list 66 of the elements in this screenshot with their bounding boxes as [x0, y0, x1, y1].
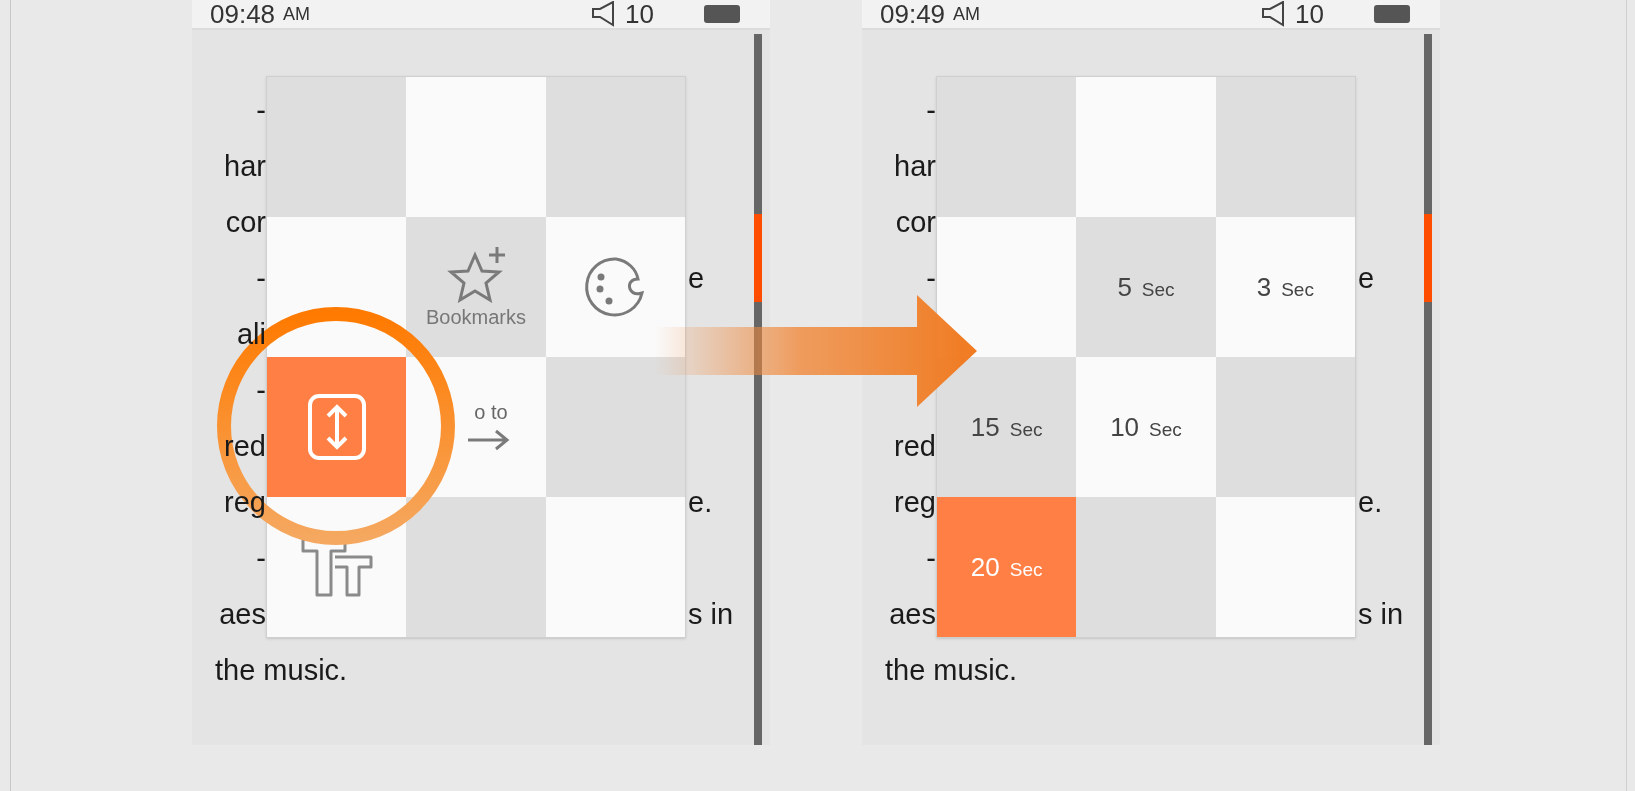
menu-tile[interactable]: [406, 497, 546, 637]
menu-tile[interactable]: 10 Sec: [1076, 357, 1216, 497]
menu-tile[interactable]: [1215, 497, 1355, 637]
menu-tile[interactable]: [545, 77, 685, 217]
duration-unit: Sec: [1009, 417, 1043, 442]
menu-tile[interactable]: 5 Sec: [1076, 217, 1216, 357]
text-fragment: red: [894, 429, 936, 464]
duration-unit: Sec: [1281, 277, 1314, 302]
text-fragment: -: [256, 373, 266, 408]
menu-tile[interactable]: 3 Sec: [1215, 217, 1355, 357]
body-text: the music.: [885, 653, 1018, 688]
text-fragment: s in: [688, 597, 734, 632]
text-fragment: -: [256, 541, 266, 576]
menu-tile[interactable]: 15 Sec: [937, 357, 1077, 497]
text-fragment: aes: [889, 597, 936, 632]
battery-icon: [1374, 5, 1410, 23]
volume-level: 10: [625, 1, 654, 27]
text-fragment: cor: [895, 205, 936, 240]
text-fragment: e: [688, 261, 705, 296]
clock-meridiem: AM: [283, 5, 311, 23]
text-fragment: -: [926, 93, 936, 128]
right-arrow-icon: [466, 428, 510, 452]
text-fragment: e: [1358, 261, 1375, 296]
text-fragment: e.: [688, 485, 713, 520]
menu-tile[interactable]: [1076, 77, 1216, 217]
duration-value: 15: [970, 410, 1000, 444]
text-fragment: cor: [225, 205, 266, 240]
text-fragment: -: [256, 261, 266, 296]
text-fragment: har: [224, 149, 266, 184]
duration-value: 3: [1256, 270, 1272, 304]
text-fragment: reg: [894, 485, 936, 520]
duration-unit: Sec: [1149, 417, 1182, 442]
menu-tile[interactable]: [937, 77, 1077, 217]
clock-time: 09:49: [880, 1, 946, 27]
text-fragment: -: [926, 261, 936, 296]
palette-icon: [584, 255, 647, 319]
text-fragment: ali: [237, 317, 266, 352]
text-fragment: har: [894, 149, 936, 184]
duration-unit: Sec: [1009, 557, 1043, 582]
menu-label: Bookmarks: [425, 307, 526, 327]
text-fragment: e.: [1358, 485, 1383, 520]
menu-tile[interactable]: [1215, 357, 1355, 497]
duration-value: 10: [1110, 410, 1140, 444]
menu-tile[interactable]: [937, 217, 1077, 357]
text-fragment: -: [926, 541, 936, 576]
menu-tile[interactable]: [267, 357, 407, 497]
clock-time: 09:48: [210, 1, 276, 27]
body-text: the music.: [215, 653, 348, 688]
text-fragment: -: [256, 93, 266, 128]
duration-value: 5: [1117, 270, 1132, 304]
menu-tile[interactable]: [267, 77, 407, 217]
battery-icon: [704, 5, 740, 23]
menu-tile[interactable]: [1215, 77, 1355, 217]
menu-tile[interactable]: [1076, 497, 1216, 637]
clock-meridiem: AM: [953, 5, 981, 23]
menu-tile[interactable]: [545, 497, 685, 637]
menu-tile[interactable]: [545, 357, 685, 497]
duration-unit: Sec: [1141, 277, 1175, 302]
text-fragment: aes: [219, 597, 266, 632]
star-plus-icon: [445, 247, 507, 303]
duration-value: 20: [970, 550, 1000, 584]
text-fragment: s in: [1358, 597, 1404, 632]
menu-tile[interactable]: [545, 217, 685, 357]
volume-level: 10: [1295, 1, 1324, 27]
menu-label: o to: [474, 402, 508, 422]
menu-tile[interactable]: [406, 77, 546, 217]
